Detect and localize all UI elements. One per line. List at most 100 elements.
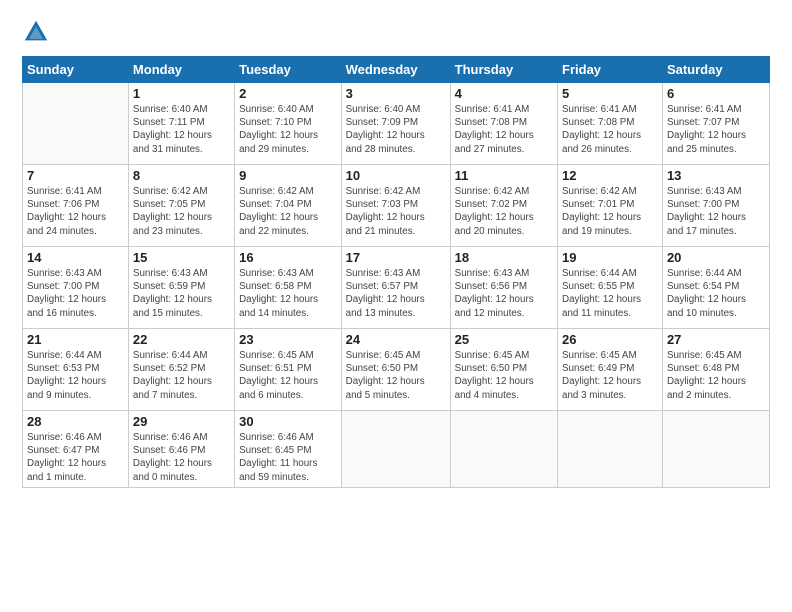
day-info: Sunrise: 6:40 AM Sunset: 7:09 PM Dayligh…: [346, 103, 446, 156]
day-info: Sunrise: 6:43 AM Sunset: 6:57 PM Dayligh…: [346, 267, 446, 320]
day-info: Sunrise: 6:46 AM Sunset: 6:46 PM Dayligh…: [133, 431, 230, 484]
day-number: 30: [239, 414, 337, 429]
weekday-header-friday: Friday: [558, 57, 663, 83]
day-info: Sunrise: 6:46 AM Sunset: 6:47 PM Dayligh…: [27, 431, 124, 484]
logo: [22, 18, 54, 46]
day-number: 29: [133, 414, 230, 429]
weekday-header-row: SundayMondayTuesdayWednesdayThursdayFrid…: [23, 57, 770, 83]
day-info: Sunrise: 6:44 AM Sunset: 6:52 PM Dayligh…: [133, 349, 230, 402]
day-info: Sunrise: 6:45 AM Sunset: 6:49 PM Dayligh…: [562, 349, 658, 402]
day-cell: 11 Sunrise: 6:42 AM Sunset: 7:02 PM Dayli…: [450, 165, 557, 247]
day-number: 1: [133, 86, 230, 101]
weekday-header-tuesday: Tuesday: [235, 57, 342, 83]
day-cell: 12Sunrise: 6:42 AM Sunset: 7:01 PM Dayli…: [558, 165, 663, 247]
day-info: Sunrise: 6:45 AM Sunset: 6:50 PM Dayligh…: [346, 349, 446, 402]
day-cell: 30 Sunrise: 6:46 AM Sunset: 6:45 PM Dayli…: [235, 411, 342, 488]
day-number: 8: [133, 168, 230, 183]
day-info: Sunrise: 6:42 AM Sunset: 7:04 PM Dayligh…: [239, 185, 337, 238]
weekday-header-wednesday: Wednesday: [341, 57, 450, 83]
week-row-4: 21 Sunrise: 6:44 AM Sunset: 6:53 PM Dayli…: [23, 329, 770, 411]
day-number: 26: [562, 332, 658, 347]
calendar-table: SundayMondayTuesdayWednesdayThursdayFrid…: [22, 56, 770, 488]
day-cell: 26 Sunrise: 6:45 AM Sunset: 6:49 PM Dayli…: [558, 329, 663, 411]
day-cell: 22Sunrise: 6:44 AM Sunset: 6:52 PM Dayli…: [128, 329, 234, 411]
day-info: Sunrise: 6:40 AM Sunset: 7:11 PM Dayligh…: [133, 103, 230, 156]
day-info: Sunrise: 6:42 AM Sunset: 7:03 PM Dayligh…: [346, 185, 446, 238]
day-cell: 27Sunrise: 6:45 AM Sunset: 6:48 PM Dayli…: [662, 329, 769, 411]
day-cell: 21 Sunrise: 6:44 AM Sunset: 6:53 PM Dayli…: [23, 329, 129, 411]
week-row-5: 28 Sunrise: 6:46 AM Sunset: 6:47 PM Dayli…: [23, 411, 770, 488]
day-number: 3: [346, 86, 446, 101]
day-number: 25: [455, 332, 553, 347]
day-number: 21: [27, 332, 124, 347]
day-number: 7: [27, 168, 124, 183]
day-number: 2: [239, 86, 337, 101]
day-cell: [341, 411, 450, 488]
day-cell: 20Sunrise: 6:44 AM Sunset: 6:54 PM Dayli…: [662, 247, 769, 329]
day-info: Sunrise: 6:41 AM Sunset: 7:08 PM Dayligh…: [562, 103, 658, 156]
day-number: 4: [455, 86, 553, 101]
day-number: 19: [562, 250, 658, 265]
day-cell: 13 Sunrise: 6:43 AM Sunset: 7:00 PM Dayli…: [662, 165, 769, 247]
day-info: Sunrise: 6:46 AM Sunset: 6:45 PM Dayligh…: [239, 431, 337, 484]
day-info: Sunrise: 6:43 AM Sunset: 6:58 PM Dayligh…: [239, 267, 337, 320]
week-row-3: 14Sunrise: 6:43 AM Sunset: 7:00 PM Dayli…: [23, 247, 770, 329]
day-info: Sunrise: 6:44 AM Sunset: 6:55 PM Dayligh…: [562, 267, 658, 320]
week-row-2: 7 Sunrise: 6:41 AM Sunset: 7:06 PM Daylig…: [23, 165, 770, 247]
day-number: 16: [239, 250, 337, 265]
day-number: 17: [346, 250, 446, 265]
weekday-header-thursday: Thursday: [450, 57, 557, 83]
weekday-header-sunday: Sunday: [23, 57, 129, 83]
day-cell: 15Sunrise: 6:43 AM Sunset: 6:59 PM Dayli…: [128, 247, 234, 329]
day-cell: [23, 83, 129, 165]
day-cell: 16 Sunrise: 6:43 AM Sunset: 6:58 PM Dayli…: [235, 247, 342, 329]
page: SundayMondayTuesdayWednesdayThursdayFrid…: [0, 0, 792, 612]
day-cell: [558, 411, 663, 488]
day-cell: 8 Sunrise: 6:42 AM Sunset: 7:05 PM Daylig…: [128, 165, 234, 247]
day-number: 28: [27, 414, 124, 429]
day-cell: 1 Sunrise: 6:40 AM Sunset: 7:11 PM Daylig…: [128, 83, 234, 165]
day-info: Sunrise: 6:45 AM Sunset: 6:50 PM Dayligh…: [455, 349, 553, 402]
week-row-1: 1 Sunrise: 6:40 AM Sunset: 7:11 PM Daylig…: [23, 83, 770, 165]
day-info: Sunrise: 6:41 AM Sunset: 7:07 PM Dayligh…: [667, 103, 765, 156]
day-number: 5: [562, 86, 658, 101]
day-info: Sunrise: 6:43 AM Sunset: 7:00 PM Dayligh…: [27, 267, 124, 320]
day-number: 13: [667, 168, 765, 183]
day-info: Sunrise: 6:42 AM Sunset: 7:05 PM Dayligh…: [133, 185, 230, 238]
day-cell: [450, 411, 557, 488]
header: [22, 18, 770, 46]
day-number: 10: [346, 168, 446, 183]
day-cell: 19 Sunrise: 6:44 AM Sunset: 6:55 PM Dayli…: [558, 247, 663, 329]
day-cell: 17 Sunrise: 6:43 AM Sunset: 6:57 PM Dayli…: [341, 247, 450, 329]
day-cell: 24Sunrise: 6:45 AM Sunset: 6:50 PM Dayli…: [341, 329, 450, 411]
day-cell: 6Sunrise: 6:41 AM Sunset: 7:07 PM Daylig…: [662, 83, 769, 165]
day-number: 23: [239, 332, 337, 347]
day-cell: 10 Sunrise: 6:42 AM Sunset: 7:03 PM Dayli…: [341, 165, 450, 247]
day-info: Sunrise: 6:43 AM Sunset: 7:00 PM Dayligh…: [667, 185, 765, 238]
day-info: Sunrise: 6:40 AM Sunset: 7:10 PM Dayligh…: [239, 103, 337, 156]
day-cell: 9 Sunrise: 6:42 AM Sunset: 7:04 PM Daylig…: [235, 165, 342, 247]
day-cell: 18 Sunrise: 6:43 AM Sunset: 6:56 PM Dayli…: [450, 247, 557, 329]
day-cell: 25 Sunrise: 6:45 AM Sunset: 6:50 PM Dayli…: [450, 329, 557, 411]
day-cell: 29 Sunrise: 6:46 AM Sunset: 6:46 PM Dayli…: [128, 411, 234, 488]
day-info: Sunrise: 6:43 AM Sunset: 6:56 PM Dayligh…: [455, 267, 553, 320]
weekday-header-saturday: Saturday: [662, 57, 769, 83]
day-info: Sunrise: 6:45 AM Sunset: 6:51 PM Dayligh…: [239, 349, 337, 402]
day-number: 11: [455, 168, 553, 183]
day-cell: [662, 411, 769, 488]
day-info: Sunrise: 6:44 AM Sunset: 6:53 PM Dayligh…: [27, 349, 124, 402]
day-number: 9: [239, 168, 337, 183]
day-cell: 28 Sunrise: 6:46 AM Sunset: 6:47 PM Dayli…: [23, 411, 129, 488]
day-info: Sunrise: 6:41 AM Sunset: 7:08 PM Dayligh…: [455, 103, 553, 156]
day-cell: 2 Sunrise: 6:40 AM Sunset: 7:10 PM Daylig…: [235, 83, 342, 165]
day-info: Sunrise: 6:45 AM Sunset: 6:48 PM Dayligh…: [667, 349, 765, 402]
weekday-header-monday: Monday: [128, 57, 234, 83]
logo-icon: [22, 18, 50, 46]
day-cell: 3 Sunrise: 6:40 AM Sunset: 7:09 PM Daylig…: [341, 83, 450, 165]
day-cell: 23 Sunrise: 6:45 AM Sunset: 6:51 PM Dayli…: [235, 329, 342, 411]
day-cell: 5 Sunrise: 6:41 AM Sunset: 7:08 PM Daylig…: [558, 83, 663, 165]
day-info: Sunrise: 6:42 AM Sunset: 7:02 PM Dayligh…: [455, 185, 553, 238]
day-info: Sunrise: 6:41 AM Sunset: 7:06 PM Dayligh…: [27, 185, 124, 238]
day-number: 18: [455, 250, 553, 265]
day-number: 20: [667, 250, 765, 265]
